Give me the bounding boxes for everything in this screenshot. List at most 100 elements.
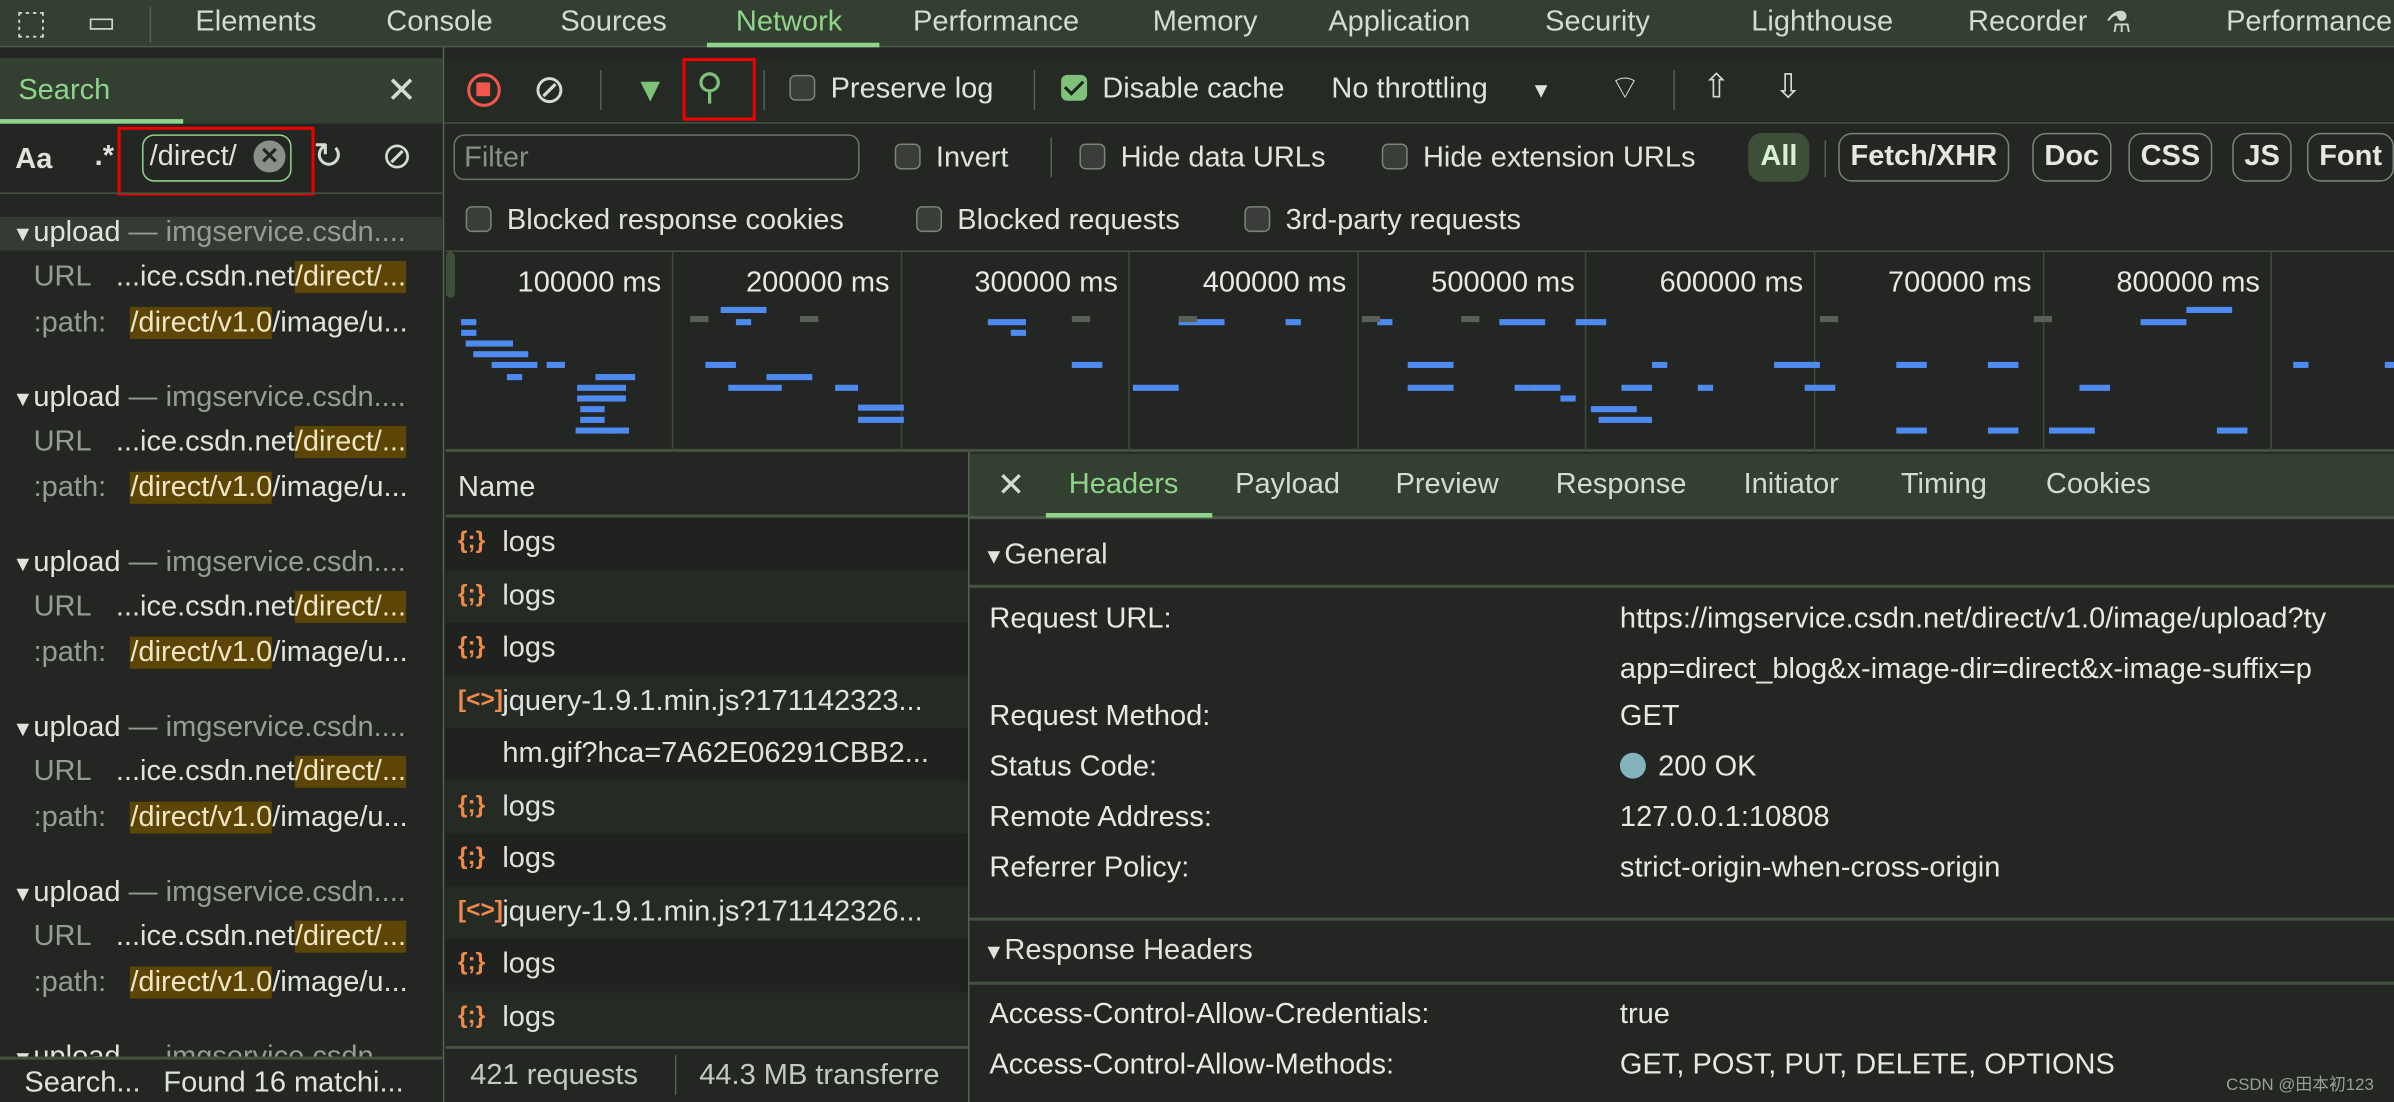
throttling-select[interactable]: No throttling ▼: [1331, 73, 1551, 107]
separator: —: [120, 876, 166, 909]
tab-performance[interactable]: Performance: [2226, 6, 2392, 40]
tab-recorder[interactable]: Recorder: [1968, 6, 2087, 40]
regex-toggle[interactable]: .*: [95, 140, 114, 174]
tab-performance[interactable]: Performance: [913, 6, 1079, 40]
clear-log-icon[interactable]: ⊘: [533, 66, 566, 113]
filter-input[interactable]: Filter: [453, 134, 860, 181]
result-match-line[interactable]: :path: /direct/v1.0/image/u...: [34, 471, 408, 506]
details-tab-response[interactable]: Response: [1556, 469, 1687, 503]
hide-extension-urls-checkbox[interactable]: Hide extension URLs: [1381, 142, 1695, 176]
checkbox-box[interactable]: [1079, 143, 1106, 170]
record-button[interactable]: [467, 73, 501, 107]
result-file-header[interactable]: ▼upload — imgservice.csdn....: [0, 216, 443, 251]
hide-data-urls-checkbox[interactable]: Hide data URLs: [1079, 142, 1325, 176]
close-details-icon[interactable]: ✕: [997, 466, 1025, 506]
divider: [969, 981, 2394, 985]
export-har-icon[interactable]: ⇩: [1774, 67, 1802, 107]
type-filter-font[interactable]: Font: [2306, 132, 2394, 182]
result-match-line[interactable]: URL ...ice.csdn.net/direct/...: [34, 261, 407, 295]
match-label: :path:: [33, 306, 107, 339]
details-tab-headers[interactable]: Headers: [1069, 469, 1179, 503]
request-row[interactable]: {;} logs: [445, 991, 968, 1044]
network-conditions-icon[interactable]: ⌔: [1609, 67, 1641, 110]
third-party-checkbox[interactable]: 3rd-party requests: [1244, 205, 1521, 239]
tab-elements[interactable]: Elements: [195, 6, 316, 40]
result-match-line[interactable]: URL ...ice.csdn.net/direct/...: [34, 920, 407, 955]
checkbox-box[interactable]: [465, 206, 492, 233]
checkbox-box[interactable]: [789, 74, 816, 101]
details-tab-timing[interactable]: Timing: [1901, 469, 1987, 503]
waterfall-bar: [2033, 316, 2053, 323]
inspect-element-icon[interactable]: ⬚: [15, 3, 47, 43]
waterfall-bar: [690, 316, 709, 323]
invert-checkbox[interactable]: Invert: [894, 142, 1008, 176]
hide-data-urls-label: Hide data URLs: [1120, 141, 1326, 175]
grid-line: [1357, 251, 1359, 451]
details-tab-cookies[interactable]: Cookies: [2046, 469, 2151, 503]
filter-icon[interactable]: ▼: [634, 70, 667, 110]
clear-results-icon[interactable]: ⊘: [382, 134, 413, 178]
watermark: CSDN @田本初123: [2226, 1076, 2374, 1095]
blocked-cookies-checkbox[interactable]: Blocked response cookies: [465, 205, 844, 239]
type-filter-all[interactable]: All: [1748, 132, 1810, 182]
request-row[interactable]: {;} logs: [445, 570, 968, 623]
disable-cache-checkbox[interactable]: Disable cache: [1061, 73, 1285, 107]
tab-sources[interactable]: Sources: [560, 6, 666, 40]
type-filter-fetch-xhr[interactable]: Fetch/XHR: [1838, 132, 2010, 182]
result-file-header[interactable]: ▼upload — imgservice.csdn....: [0, 876, 443, 910]
result-file-header[interactable]: ▼upload — imgservice.csdn....: [0, 547, 443, 581]
request-row[interactable]: {;} logs: [445, 780, 968, 833]
result-match-line[interactable]: URL ...ice.csdn.net/direct/...: [34, 590, 407, 625]
general-section-toggle[interactable]: ▼General: [983, 539, 1107, 573]
device-toolbar-icon[interactable]: ▭: [87, 3, 116, 41]
request-row[interactable]: {;} logs: [445, 622, 968, 675]
request-row[interactable]: {;} logs: [445, 938, 968, 991]
result-match-line[interactable]: :path: /direct/v1.0/image/u...: [34, 801, 408, 836]
type-filter-js[interactable]: JS: [2232, 132, 2293, 182]
type-filter-doc[interactable]: Doc: [2032, 132, 2112, 182]
overview-handle[interactable]: [445, 251, 455, 298]
result-match-line[interactable]: :path: /direct/v1.0/image/u...: [33, 306, 408, 341]
tab-memory[interactable]: Memory: [1153, 6, 1258, 40]
type-filter-css[interactable]: CSS: [2128, 132, 2213, 182]
waterfall-bar: [858, 404, 904, 411]
details-tab-payload[interactable]: Payload: [1235, 469, 1340, 503]
request-row[interactable]: {;} logs: [445, 833, 968, 886]
request-row[interactable]: {;} logs: [445, 517, 968, 570]
blocked-requests-checkbox[interactable]: Blocked requests: [916, 205, 1180, 239]
checkbox-box[interactable]: [1061, 74, 1088, 101]
import-har-icon[interactable]: ⇧: [1702, 67, 1730, 107]
preserve-log-checkbox[interactable]: Preserve log: [789, 73, 993, 107]
search-tab[interactable]: Search: [18, 75, 110, 109]
details-tab-initiator[interactable]: Initiator: [1744, 469, 1839, 503]
checkbox-box[interactable]: [916, 206, 943, 233]
result-match-line[interactable]: :path: /direct/v1.0/image/u...: [34, 966, 408, 1000]
throttling-value: No throttling: [1331, 73, 1488, 106]
tab-network[interactable]: Network: [736, 6, 842, 40]
match-highlight: /direct/...: [294, 755, 407, 788]
response-headers-toggle[interactable]: ▼Response Headers: [983, 934, 1253, 968]
checkbox-box[interactable]: [1244, 206, 1271, 233]
refresh-icon[interactable]: ↻: [313, 134, 344, 178]
result-match-line[interactable]: :path: /direct/v1.0/image/u...: [34, 636, 408, 671]
request-row[interactable]: hm.gif?hca=7A62E06291CBB2...: [445, 728, 968, 781]
details-tab-preview[interactable]: Preview: [1395, 469, 1498, 503]
tab-security[interactable]: Security: [1545, 6, 1650, 40]
tab-lighthouse[interactable]: Lighthouse: [1751, 6, 1893, 40]
request-row[interactable]: [<>] jquery-1.9.1.min.js?171142323...: [445, 675, 968, 728]
close-search-icon[interactable]: ✕: [386, 69, 417, 113]
checkbox-box[interactable]: [894, 143, 921, 170]
search-status: Search...: [24, 1067, 141, 1100]
result-file-header[interactable]: ▼upload — imgservice.csdn....: [0, 382, 443, 416]
match-case-toggle[interactable]: Aa: [15, 144, 52, 178]
network-overview[interactable]: 100000 ms 200000 ms 300000 ms 400000 ms 5000…: [445, 250, 2394, 452]
request-row[interactable]: [<>] jquery-1.9.1.min.js?171142326...: [445, 886, 968, 939]
tab-application[interactable]: Application: [1328, 6, 1470, 40]
result-match-line[interactable]: URL ...ice.csdn.net/direct/...: [34, 755, 407, 790]
result-file-header[interactable]: ▼upload — imgservice.csdn....: [0, 711, 443, 745]
tab-console[interactable]: Console: [386, 6, 492, 40]
result-match-line[interactable]: URL ...ice.csdn.net/direct/...: [34, 425, 407, 460]
header-key: Request URL:: [989, 603, 1172, 636]
name-column-header[interactable]: Name: [458, 472, 535, 506]
checkbox-box[interactable]: [1381, 143, 1408, 170]
